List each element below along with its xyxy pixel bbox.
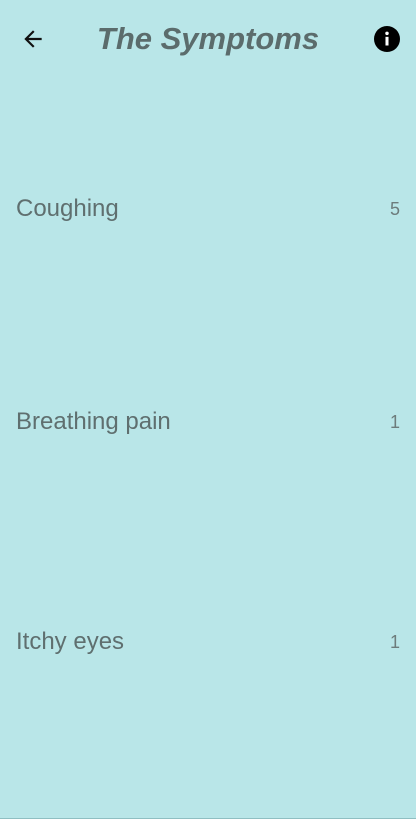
symptom-label: Itchy eyes xyxy=(16,628,125,655)
app-bar: The Symptoms xyxy=(0,0,416,78)
symptom-label: Breathing pain xyxy=(16,408,171,435)
symptom-row-breathing-pain[interactable]: Breathing pain 1 xyxy=(0,402,416,442)
symptom-label: Coughing xyxy=(16,195,119,222)
symptom-row-itchy-eyes[interactable]: Itchy eyes 1 xyxy=(0,622,416,662)
symptom-count: 1 xyxy=(389,632,400,652)
symptom-count: 5 xyxy=(389,199,400,219)
symptom-count: 1 xyxy=(389,412,400,432)
symptom-row-coughing[interactable]: Coughing 5 xyxy=(0,189,416,229)
info-icon xyxy=(374,26,400,52)
info-button[interactable] xyxy=(374,26,400,52)
page-title: The Symptoms xyxy=(96,21,320,56)
